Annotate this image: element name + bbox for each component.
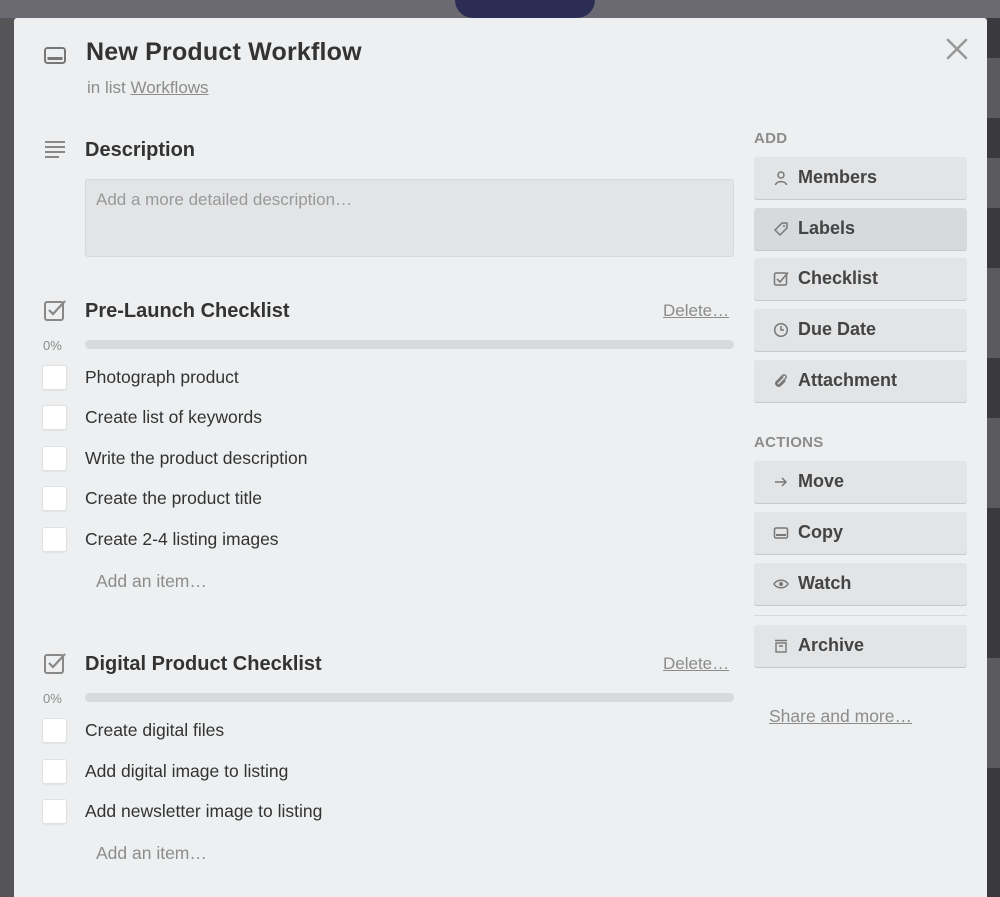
archive-button-label: Archive [798,635,865,655]
card-icon [44,47,66,64]
add-checklist-item-button[interactable]: Add an item… [96,571,207,592]
move-button-label: Move [798,471,845,491]
attachment-button-label: Attachment [798,370,898,390]
checklist-icon [44,653,66,674]
background-card [987,158,1000,208]
description-icon [45,141,65,158]
checklist-item-checkbox[interactable] [42,759,67,784]
members-button[interactable]: Members [754,157,967,199]
checklist-item: Add digital image to listing [42,759,742,785]
checklist-item: Add newsletter image to listing [42,799,742,825]
checklist-item-checkbox[interactable] [42,799,67,824]
checklist-progress-percent: 0% [43,338,62,353]
card-detail-modal: New Product Workflow in list Workflows D… [14,18,987,897]
checklist-progress-bar [85,340,734,349]
checklist-icon [44,300,66,321]
description-heading: Description [85,139,196,161]
labels-button[interactable]: Labels [754,208,967,250]
copy-button-label: Copy [798,522,843,542]
tag-icon [774,222,788,236]
checklist-item: Create list of keywords [42,405,742,431]
checklist-item-checkbox[interactable] [42,527,67,552]
checklist-item-text[interactable]: Create digital files [85,720,224,741]
checklist-button-label: Checklist [798,268,879,288]
checkbox-icon [773,271,789,286]
checklist-item: Create digital files [42,718,742,744]
eye-icon [773,579,789,589]
background-card [987,418,1000,508]
checklist-title[interactable]: Pre-Launch Checklist [85,300,290,323]
share-and-more-link[interactable]: Share and more… [769,706,912,727]
person-icon [774,171,788,186]
checklist-item-text[interactable]: Create list of keywords [85,407,262,428]
delete-checklist-link[interactable]: Delete… [663,654,729,674]
checklist-item-checkbox[interactable] [42,446,67,471]
delete-checklist-link[interactable]: Delete… [663,301,729,321]
checklist-item-text[interactable]: Create 2-4 listing images [85,529,279,550]
checklist-item-text[interactable]: Photograph product [85,367,239,388]
due-date-button-label: Due Date [798,319,877,339]
list-reference: in list Workflows [87,78,209,98]
background-card [987,268,1000,358]
background-card [987,658,1000,768]
board-background-right [987,18,1000,897]
move-button[interactable]: Move [754,461,967,503]
checklist-item: Create the product title [42,486,742,512]
checklist-item: Create 2-4 listing images [42,527,742,553]
board-background-left [0,18,14,897]
checklist-item-text[interactable]: Create the product title [85,488,262,509]
clock-icon [773,322,789,338]
checklist-item-text[interactable]: Add newsletter image to listing [85,801,322,822]
close-icon[interactable] [944,36,970,62]
description-input[interactable]: Add a more detailed description… [85,179,734,257]
copy-button[interactable]: Copy [754,512,967,554]
card-icon [773,527,789,539]
checklist-item-text[interactable]: Add digital image to listing [85,761,288,782]
watch-button-label: Watch [798,573,852,593]
board-background-shape [455,0,595,18]
checklist-progress-bar [85,693,734,702]
checklist-item: Write the product description [42,446,742,472]
checklist-item-checkbox[interactable] [42,486,67,511]
paperclip-icon [775,374,787,387]
add-checklist-item-button[interactable]: Add an item… [96,843,207,864]
list-link[interactable]: Workflows [130,78,208,97]
in-list-prefix: in list [87,78,126,97]
labels-button-label: Labels [798,218,856,238]
due-date-button[interactable]: Due Date [754,309,967,351]
checklist-item-text[interactable]: Write the product description [85,448,307,469]
checklist-title[interactable]: Digital Product Checklist [85,653,322,676]
sidebar-divider [754,615,967,616]
watch-button[interactable]: Watch [754,563,967,605]
board-background [0,0,1000,18]
add-section-heading: Add [754,130,788,147]
checklist-progress-percent: 0% [43,691,62,706]
archive-button[interactable]: Archive [754,625,967,667]
checklist-item: Photograph product [42,365,742,391]
arrow-right-icon [775,477,788,487]
checklist-button[interactable]: Checklist [754,258,967,300]
actions-section-heading: Actions [754,434,824,451]
checklist-item-checkbox[interactable] [42,718,67,743]
attachment-button[interactable]: Attachment [754,360,967,402]
card-title[interactable]: New Product Workflow [86,38,362,67]
checklist-item-checkbox[interactable] [42,405,67,430]
checklist-item-checkbox[interactable] [42,365,67,390]
background-card [987,58,1000,118]
archive-icon [775,639,787,653]
members-button-label: Members [798,167,878,187]
